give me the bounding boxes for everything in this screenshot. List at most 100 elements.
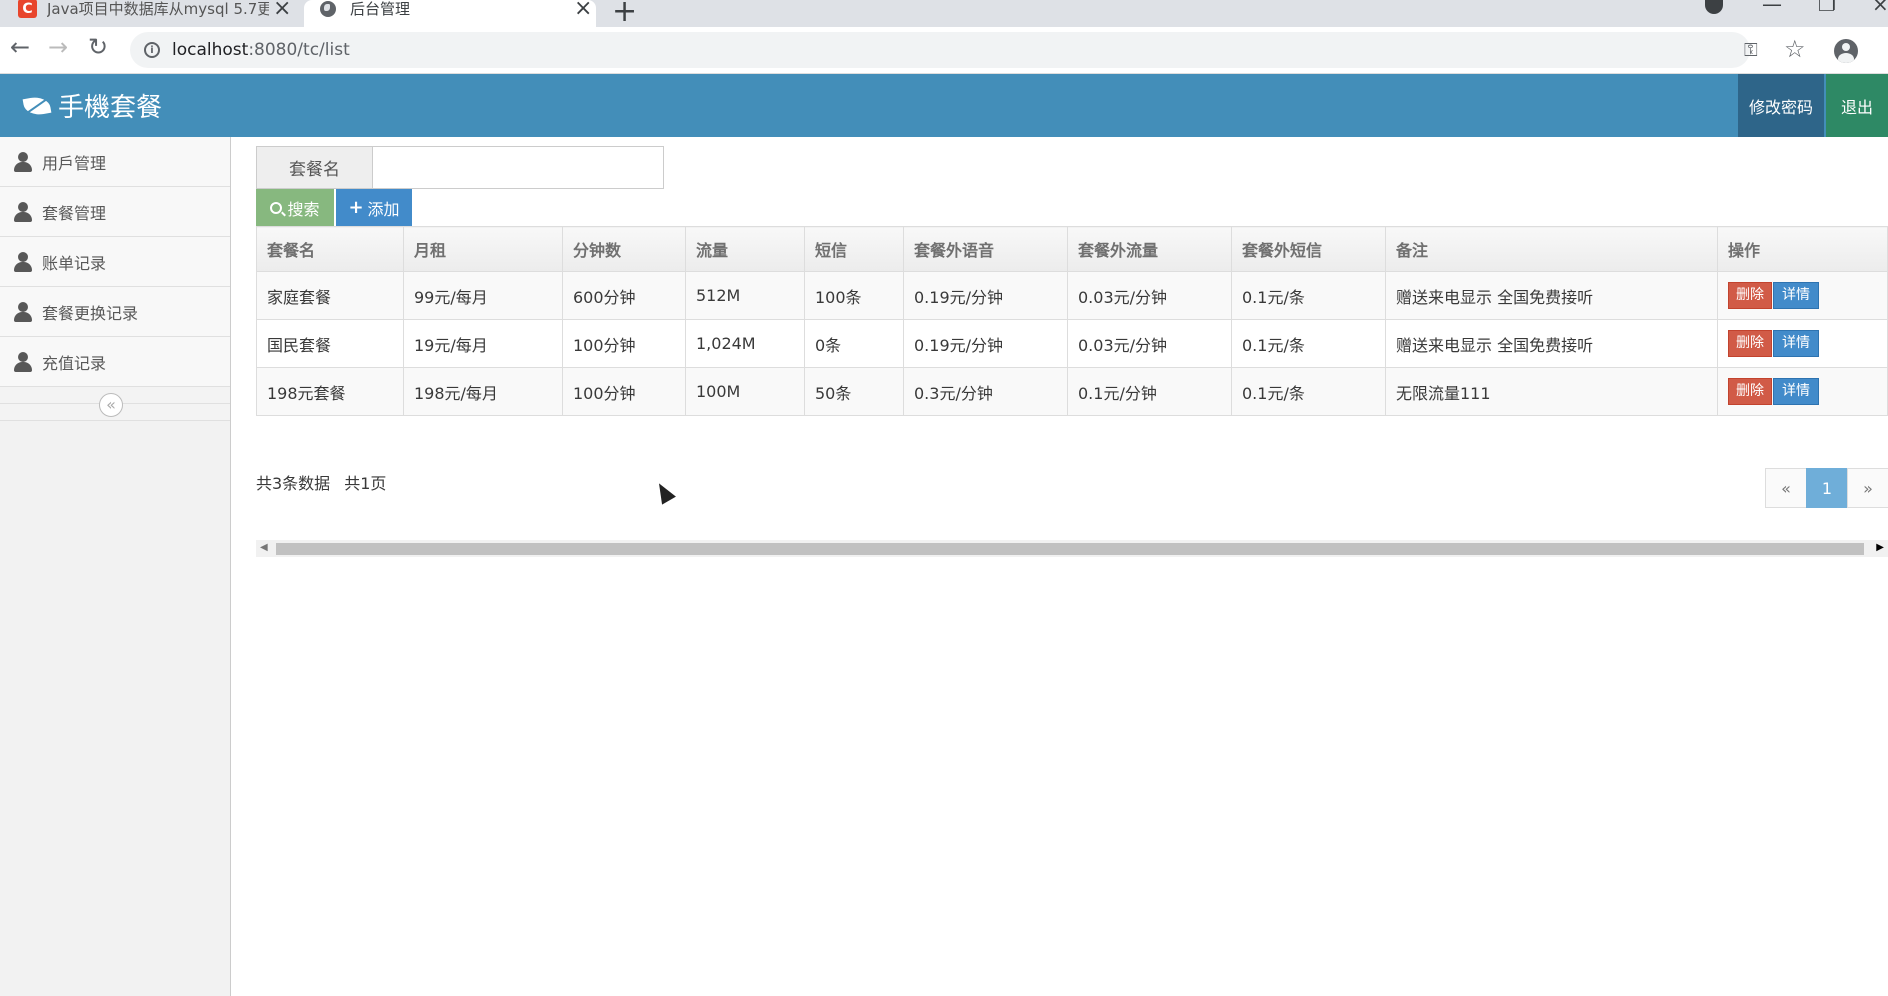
- leaf-icon: [22, 94, 52, 117]
- pagination-info: 共3条数据 共1页: [256, 470, 386, 494]
- package-name-input[interactable]: [373, 147, 663, 188]
- column-header: 套餐外短信: [1231, 226, 1386, 272]
- table-cell: 1,024M: [685, 319, 805, 368]
- url-text[interactable]: localhost:8080/tc/list: [172, 40, 350, 60]
- table-cell: 100分钟: [562, 319, 686, 368]
- table-cell: 0.03元/分钟: [1067, 271, 1232, 320]
- scrollbar-thumb[interactable]: [276, 543, 1864, 555]
- user-icon: [14, 201, 32, 222]
- search-label: 套餐名: [257, 147, 373, 188]
- address-bar[interactable]: i localhost:8080/tc/list: [130, 32, 1750, 68]
- table-cell: 0.19元/分钟: [903, 319, 1068, 368]
- new-tab-plus-icon[interactable]: +: [612, 0, 637, 29]
- table-cell: 198元/每月: [403, 367, 563, 416]
- change-password-button[interactable]: 修改密码: [1738, 74, 1824, 137]
- column-header: 流量: [685, 226, 805, 272]
- collapse-sidebar-icon[interactable]: «: [99, 393, 123, 417]
- total-records: 共3条数据: [256, 474, 331, 493]
- column-header: 分钟数: [562, 226, 686, 272]
- csdn-favicon-icon: C: [18, 0, 37, 18]
- table-cell: 0.03元/分钟: [1067, 319, 1232, 368]
- minimize-icon[interactable]: —: [1762, 0, 1782, 16]
- sidebar-item-recharge-records[interactable]: 充值记录: [0, 337, 230, 387]
- logout-button[interactable]: 退出: [1826, 74, 1888, 137]
- table-cell: 赠送来电显示 全国免费接听: [1385, 319, 1718, 368]
- bookmark-star-icon[interactable]: ☆: [1784, 35, 1806, 63]
- table-cell: 0.1元/条: [1231, 367, 1386, 416]
- close-icon[interactable]: ×: [273, 0, 291, 21]
- search-icon: [270, 201, 283, 214]
- tab-search-icon[interactable]: [1705, 0, 1723, 14]
- detail-button[interactable]: 详情: [1773, 330, 1819, 357]
- globe-icon: [320, 0, 336, 17]
- sidebar-item-package-management[interactable]: 套餐管理: [0, 187, 230, 237]
- browser-tab-java-article[interactable]: C Java项目中数据库从mysql 5.7更 ×: [0, 0, 302, 27]
- table-cell: 赠送来电显示 全国免费接听: [1385, 271, 1718, 320]
- tab-title: 后台管理: [350, 0, 411, 18]
- delete-button[interactable]: 删除: [1728, 282, 1772, 309]
- delete-button[interactable]: 删除: [1728, 378, 1772, 405]
- user-icon: [14, 251, 32, 272]
- menu-kebab-icon[interactable]: ⋮: [1880, 37, 1888, 61]
- table-cell: 100M: [685, 367, 805, 416]
- detail-button[interactable]: 详情: [1773, 378, 1819, 405]
- prev-page-button[interactable]: «: [1765, 468, 1807, 508]
- restore-icon[interactable]: ❐: [1818, 0, 1836, 16]
- search-group: 套餐名: [256, 146, 664, 189]
- sidebar: 用戶管理 套餐管理 账单记录 套餐更换记录 充值记录 «: [0, 137, 231, 996]
- sidebar-collapse-bar: «: [0, 387, 230, 421]
- close-icon[interactable]: ×: [574, 0, 592, 21]
- next-page-button[interactable]: »: [1847, 468, 1888, 508]
- search-button-label: 搜索: [287, 199, 320, 219]
- search-button[interactable]: 搜索: [256, 189, 334, 226]
- table-cell: 198元套餐: [256, 367, 404, 416]
- table-cell: 0.3元/分钟: [903, 367, 1068, 416]
- delete-button[interactable]: 删除: [1728, 330, 1772, 357]
- sidebar-item-user-management[interactable]: 用戶管理: [0, 137, 230, 187]
- operations-cell: 删除 详情: [1717, 367, 1888, 416]
- add-button[interactable]: + 添加: [336, 189, 412, 226]
- user-icon: [14, 151, 32, 172]
- column-header: 短信: [804, 226, 904, 272]
- sidebar-item-label: 套餐更换记录: [42, 303, 139, 323]
- profile-avatar[interactable]: [1834, 39, 1858, 63]
- app-brand[interactable]: 手機套餐: [22, 87, 162, 124]
- table-row: 家庭套餐 99元/每月 600分钟 512M 100条 0.19元/分钟 0.0…: [256, 271, 1888, 320]
- browser-tab-admin[interactable]: 后台管理 ×: [304, 0, 596, 27]
- site-info-icon[interactable]: i: [144, 42, 160, 58]
- table-header-row: 套餐名 月租 分钟数 流量 短信 套餐外语音 套餐外流量 套餐外短信 备注 操作: [256, 226, 1888, 272]
- table-cell: 0.1元/条: [1231, 271, 1386, 320]
- plus-icon: +: [348, 197, 364, 218]
- forward-arrow-icon[interactable]: →: [48, 33, 68, 61]
- total-pages: 共1页: [344, 474, 387, 493]
- sidebar-item-label: 套餐管理: [42, 203, 107, 223]
- sidebar-item-label: 账单记录: [42, 253, 107, 273]
- back-arrow-icon[interactable]: ←: [10, 33, 30, 61]
- table-cell: 600分钟: [562, 271, 686, 320]
- sidebar-item-label: 充值记录: [42, 353, 107, 373]
- reload-icon[interactable]: ↻: [88, 33, 108, 61]
- sidebar-item-bill-records[interactable]: 账单记录: [0, 237, 230, 287]
- detail-button[interactable]: 详情: [1773, 282, 1819, 309]
- column-header: 备注: [1385, 226, 1718, 272]
- table-cell: 99元/每月: [403, 271, 563, 320]
- key-icon[interactable]: ⚿: [1744, 40, 1758, 61]
- tab-title: Java项目中数据库从mysql 5.7更: [47, 0, 269, 18]
- browser-tab-strip: C Java项目中数据库从mysql 5.7更 × 后台管理 × + — ❐ ×: [0, 0, 1888, 29]
- operations-cell: 删除 详情: [1717, 271, 1888, 320]
- window-close-icon[interactable]: ×: [1872, 0, 1888, 16]
- table-cell: 100条: [804, 271, 904, 320]
- table-cell: 国民套餐: [256, 319, 404, 368]
- browser-toolbar: ← → ↻ i localhost:8080/tc/list ⚿ ☆ ⋮: [0, 27, 1888, 74]
- table-row: 198元套餐 198元/每月 100分钟 100M 50条 0.3元/分钟 0.…: [256, 367, 1888, 416]
- table-cell: 19元/每月: [403, 319, 563, 368]
- horizontal-scrollbar[interactable]: ◀ ▶: [256, 540, 1888, 557]
- page-1-button[interactable]: 1: [1806, 468, 1848, 508]
- scroll-right-arrow-icon[interactable]: ▶: [1876, 542, 1884, 553]
- mouse-cursor-icon: [654, 482, 674, 502]
- table-row: 国民套餐 19元/每月 100分钟 1,024M 0条 0.19元/分钟 0.0…: [256, 319, 1888, 368]
- sidebar-item-package-change-records[interactable]: 套餐更换记录: [0, 287, 230, 337]
- operations-cell: 删除 详情: [1717, 319, 1888, 368]
- table-cell: 0.1元/分钟: [1067, 367, 1232, 416]
- scroll-left-arrow-icon[interactable]: ◀: [260, 542, 268, 553]
